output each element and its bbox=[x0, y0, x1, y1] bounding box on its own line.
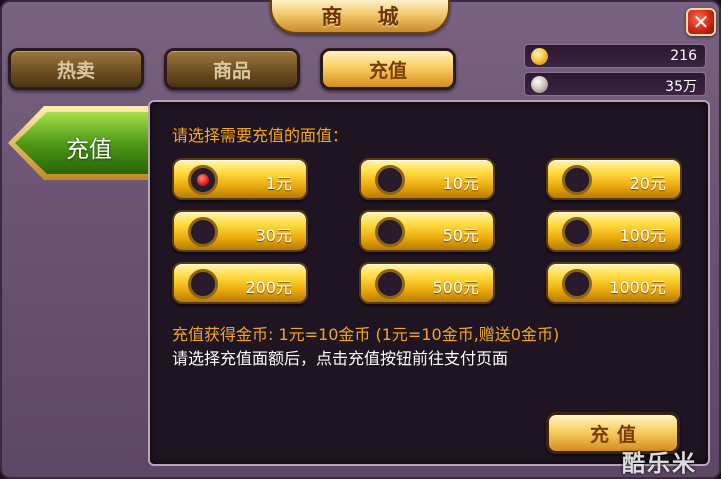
title-banner: 商 城 bbox=[270, 0, 450, 34]
tab-recharge[interactable]: 充值 bbox=[320, 48, 456, 90]
amount-option-20[interactable]: 20元 bbox=[546, 158, 682, 200]
exchange-rate-info: 充值获得金币: 1元=10金币 (1元=10金币,赠送0金币) bbox=[172, 325, 560, 344]
silver-balance: 35万 bbox=[524, 72, 706, 96]
amount-label: 20元 bbox=[629, 174, 666, 193]
amount-label: 30元 bbox=[255, 226, 292, 245]
amount-label: 500元 bbox=[432, 278, 479, 297]
gold-coin-icon bbox=[531, 48, 548, 65]
radio-icon[interactable] bbox=[375, 269, 405, 299]
amount-label: 1000元 bbox=[609, 278, 666, 297]
amount-option-50[interactable]: 50元 bbox=[359, 210, 495, 252]
radio-selected-icon[interactable] bbox=[188, 165, 218, 195]
amount-option-100[interactable]: 100元 bbox=[546, 210, 682, 252]
amount-option-200[interactable]: 200元 bbox=[172, 262, 308, 304]
gold-balance: 216 bbox=[524, 44, 706, 68]
amount-label: 100元 bbox=[619, 226, 666, 245]
radio-icon[interactable] bbox=[375, 217, 405, 247]
radio-icon[interactable] bbox=[562, 165, 592, 195]
side-tab-label: 充值 bbox=[66, 137, 112, 163]
tab-goods[interactable]: 商品 bbox=[164, 48, 300, 90]
close-icon: ✕ bbox=[692, 10, 710, 34]
gold-balance-value: 216 bbox=[670, 48, 697, 64]
amount-label: 10元 bbox=[442, 174, 479, 193]
radio-icon[interactable] bbox=[562, 217, 592, 247]
window-title: 商 城 bbox=[321, 4, 413, 29]
amount-label: 1元 bbox=[265, 174, 292, 193]
amount-label: 50元 bbox=[442, 226, 479, 245]
radio-icon[interactable] bbox=[375, 165, 405, 195]
amount-option-500[interactable]: 500元 bbox=[359, 262, 495, 304]
amount-label: 200元 bbox=[245, 278, 292, 297]
radio-icon[interactable] bbox=[562, 269, 592, 299]
silver-balance-value: 35万 bbox=[665, 79, 697, 95]
watermark: 酷乐米 bbox=[622, 451, 697, 477]
amount-option-30[interactable]: 30元 bbox=[172, 210, 308, 252]
radio-icon[interactable] bbox=[188, 269, 218, 299]
amount-option-1000[interactable]: 1000元 bbox=[546, 262, 682, 304]
tab-hot-sale[interactable]: 热卖 bbox=[8, 48, 144, 90]
side-tab-recharge[interactable]: 充值 bbox=[6, 104, 150, 182]
silver-coin-icon bbox=[531, 76, 548, 93]
recharge-hint: 请选择充值面额后，点击充值按钮前往支付页面 bbox=[172, 349, 509, 368]
select-amount-prompt: 请选择需要充值的面值： bbox=[172, 126, 349, 145]
amount-option-10[interactable]: 10元 bbox=[359, 158, 495, 200]
amount-option-1[interactable]: 1元 bbox=[172, 158, 308, 200]
close-button[interactable]: ✕ bbox=[686, 8, 716, 36]
radio-icon[interactable] bbox=[188, 217, 218, 247]
